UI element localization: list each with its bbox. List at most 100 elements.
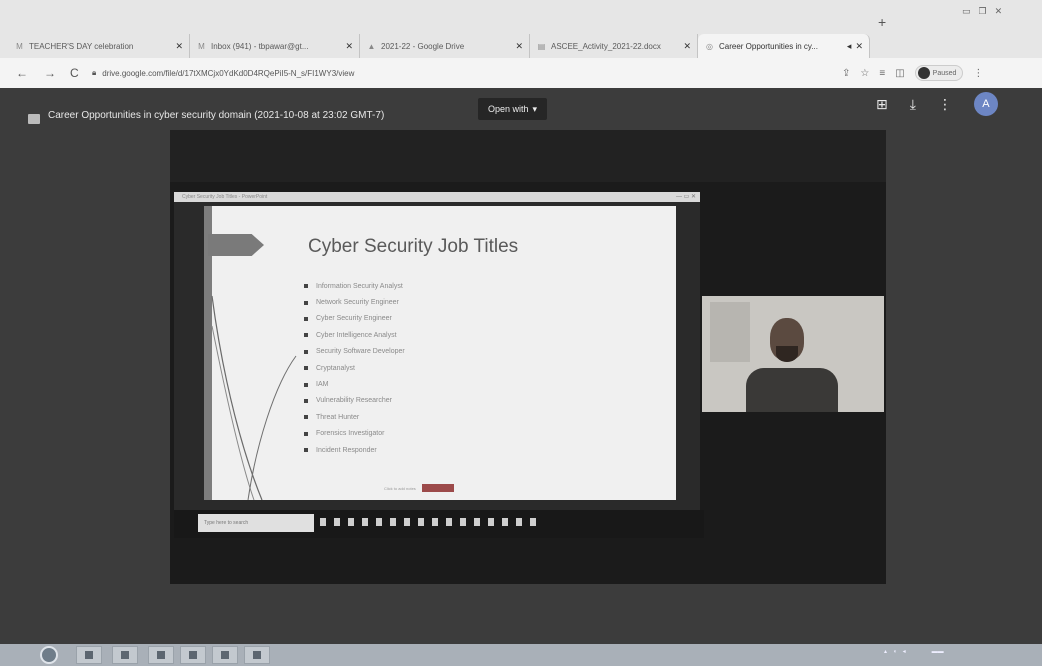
add-comment-icon[interactable]: ⊞	[876, 96, 888, 113]
speaker-webcam	[702, 296, 884, 412]
window-controls: ▭ ❐ ✕	[962, 6, 1002, 17]
start-button[interactable]	[40, 646, 58, 664]
tab-inbox[interactable]: M Inbox (941) - tbpawar@gt... ✕	[190, 34, 360, 58]
more-menu-icon[interactable]: ⋮	[973, 68, 983, 79]
presentation-titlebar: Cyber Security Job Titles - PowerPoint —…	[174, 192, 700, 202]
app-icon	[189, 651, 197, 659]
account-avatar[interactable]: A	[973, 92, 998, 116]
close-icon[interactable]: ✕	[175, 41, 183, 52]
video-icon: ◎	[706, 41, 713, 51]
download-icon[interactable]: ⤓	[910, 96, 916, 113]
file-title: Career Opportunities in cyber security d…	[48, 110, 385, 121]
close-icon[interactable]: ✕	[855, 41, 863, 52]
more-options-icon[interactable]: ⋮	[938, 96, 952, 113]
clock[interactable]: ▬▬	[932, 649, 944, 655]
list-item: Forensics Investigator	[304, 426, 405, 442]
taskbar-app-button[interactable]	[112, 646, 138, 664]
gmail-icon: M	[198, 41, 205, 51]
viewer-actions: ⊞ ⤓ ⋮ A	[876, 92, 998, 116]
list-item: Cyber Intelligence Analyst	[304, 327, 405, 343]
back-icon[interactable]: ←	[16, 66, 28, 80]
browser-toolbar: ← → C 🔒︎ drive.google.com/file/d/17tXMCj…	[0, 58, 1042, 88]
taskbar-search: Type here to search	[198, 514, 314, 532]
app-icon	[121, 651, 129, 659]
taskbar-app-button[interactable]	[212, 646, 238, 664]
list-item: Threat Hunter	[304, 409, 405, 425]
list-item: Network Security Engineer	[304, 294, 405, 310]
bookmark-star-icon[interactable]: ☆	[860, 68, 869, 79]
app-icon	[376, 518, 382, 526]
tab-google-drive[interactable]: ▲ 2021-22 - Google Drive ✕	[360, 34, 530, 58]
tab-label: 2021-22 - Google Drive	[381, 41, 465, 51]
slide-title: Cyber Security Job Titles	[308, 236, 519, 257]
shared-screen-taskbar: Type here to search	[174, 510, 704, 538]
list-item: Information Security Analyst	[304, 278, 405, 294]
window-close-icon[interactable]: ✕	[995, 6, 1003, 17]
app-icon	[404, 518, 410, 526]
profile-avatar	[917, 67, 930, 79]
window-controls-icon: — ▭ ✕	[675, 194, 696, 200]
speaker-beard	[776, 346, 798, 362]
open-with-label: Open with	[488, 104, 529, 114]
close-icon[interactable]: ✕	[683, 41, 691, 52]
job-title-list: Information Security Analyst Network Sec…	[304, 278, 405, 458]
close-icon[interactable]: ✕	[515, 41, 523, 52]
taskbar-chrome-button[interactable]	[244, 646, 270, 664]
reading-list-icon[interactable]: ≡	[879, 68, 885, 79]
app-icon	[502, 518, 508, 526]
tab-teachers-day[interactable]: M TEACHER'S DAY celebration ✕	[8, 34, 190, 58]
address-text: drive.google.com/file/d/17tXMCjx0YdKd0D4…	[102, 68, 355, 78]
close-icon[interactable]: ✕	[345, 41, 353, 52]
tab-label: Inbox (941) - tbpawar@gt...	[211, 41, 309, 51]
tab-ascee-activity[interactable]: ▤ ASCEE_Activity_2021-22.docx ✕	[530, 34, 698, 58]
network-icon[interactable]: ◖	[893, 649, 897, 655]
viewer-header: Career Opportunities in cyber security d…	[0, 88, 1042, 132]
app-icon	[157, 651, 165, 659]
reload-icon[interactable]: C	[70, 66, 79, 80]
profile-button[interactable]: Paused	[914, 65, 964, 81]
app-icon	[488, 518, 494, 526]
slide: Cyber Security Job Titles Information Se…	[204, 206, 676, 500]
webcam-background	[710, 302, 750, 362]
list-item: Incident Responder	[304, 442, 405, 458]
side-panel-icon[interactable]: ◫	[895, 68, 904, 79]
video-player[interactable]: Cyber Security Job Titles - PowerPoint —…	[170, 130, 886, 584]
volume-icon[interactable]: ◂	[903, 648, 906, 655]
forward-icon[interactable]: →	[44, 66, 56, 80]
app-icon	[348, 518, 354, 526]
app-icon	[334, 518, 340, 526]
screen: M TEACHER'S DAY celebration ✕ M Inbox (9…	[0, 0, 1042, 666]
minimize-icon[interactable]: ▭	[962, 6, 971, 17]
speaker-body	[746, 368, 838, 412]
tray-arrow-icon[interactable]: ▴	[884, 648, 887, 655]
taskbar-app-button[interactable]	[148, 646, 174, 664]
share-icon[interactable]: ⇪	[842, 68, 850, 79]
video-file-icon	[28, 114, 40, 124]
tab-label: ASCEE_Activity_2021-22.docx	[551, 41, 661, 51]
tab-career-opportunities[interactable]: ◎ Career Opportunities in cy... ◂ ✕	[698, 34, 870, 58]
maximize-icon[interactable]: ❐	[979, 6, 987, 17]
app-icon	[362, 518, 368, 526]
app-icon	[221, 651, 229, 659]
chrome-icon	[253, 651, 261, 659]
taskbar-app-button[interactable]	[180, 646, 206, 664]
new-tab-button[interactable]: +	[878, 14, 886, 30]
lock-icon: 🔒︎	[92, 68, 97, 77]
app-icon	[390, 518, 396, 526]
app-icon	[474, 518, 480, 526]
system-tray: ▴ ◖ ◂ ▬▬	[884, 648, 944, 656]
docs-icon: ▤	[537, 41, 546, 51]
speaker-icon[interactable]: ◂	[847, 41, 852, 52]
list-item: Security Software Developer	[304, 344, 405, 360]
shared-screen: Cyber Security Job Titles - PowerPoint —…	[174, 192, 700, 510]
presentation-window-title: Cyber Security Job Titles - PowerPoint	[182, 194, 268, 200]
app-icon	[320, 518, 326, 526]
taskbar-app-button[interactable]	[76, 646, 102, 664]
open-with-button[interactable]: Open with ▾	[478, 98, 548, 120]
gmail-icon: M	[16, 41, 23, 51]
slide-status-badge	[421, 484, 454, 492]
tab-label: TEACHER'S DAY celebration	[29, 41, 134, 51]
address-bar[interactable]: 🔒︎ drive.google.com/file/d/17tXMCjx0YdKd…	[92, 65, 832, 81]
list-item: Vulnerability Researcher	[304, 393, 405, 409]
list-item: Cyber Security Engineer	[304, 311, 405, 327]
